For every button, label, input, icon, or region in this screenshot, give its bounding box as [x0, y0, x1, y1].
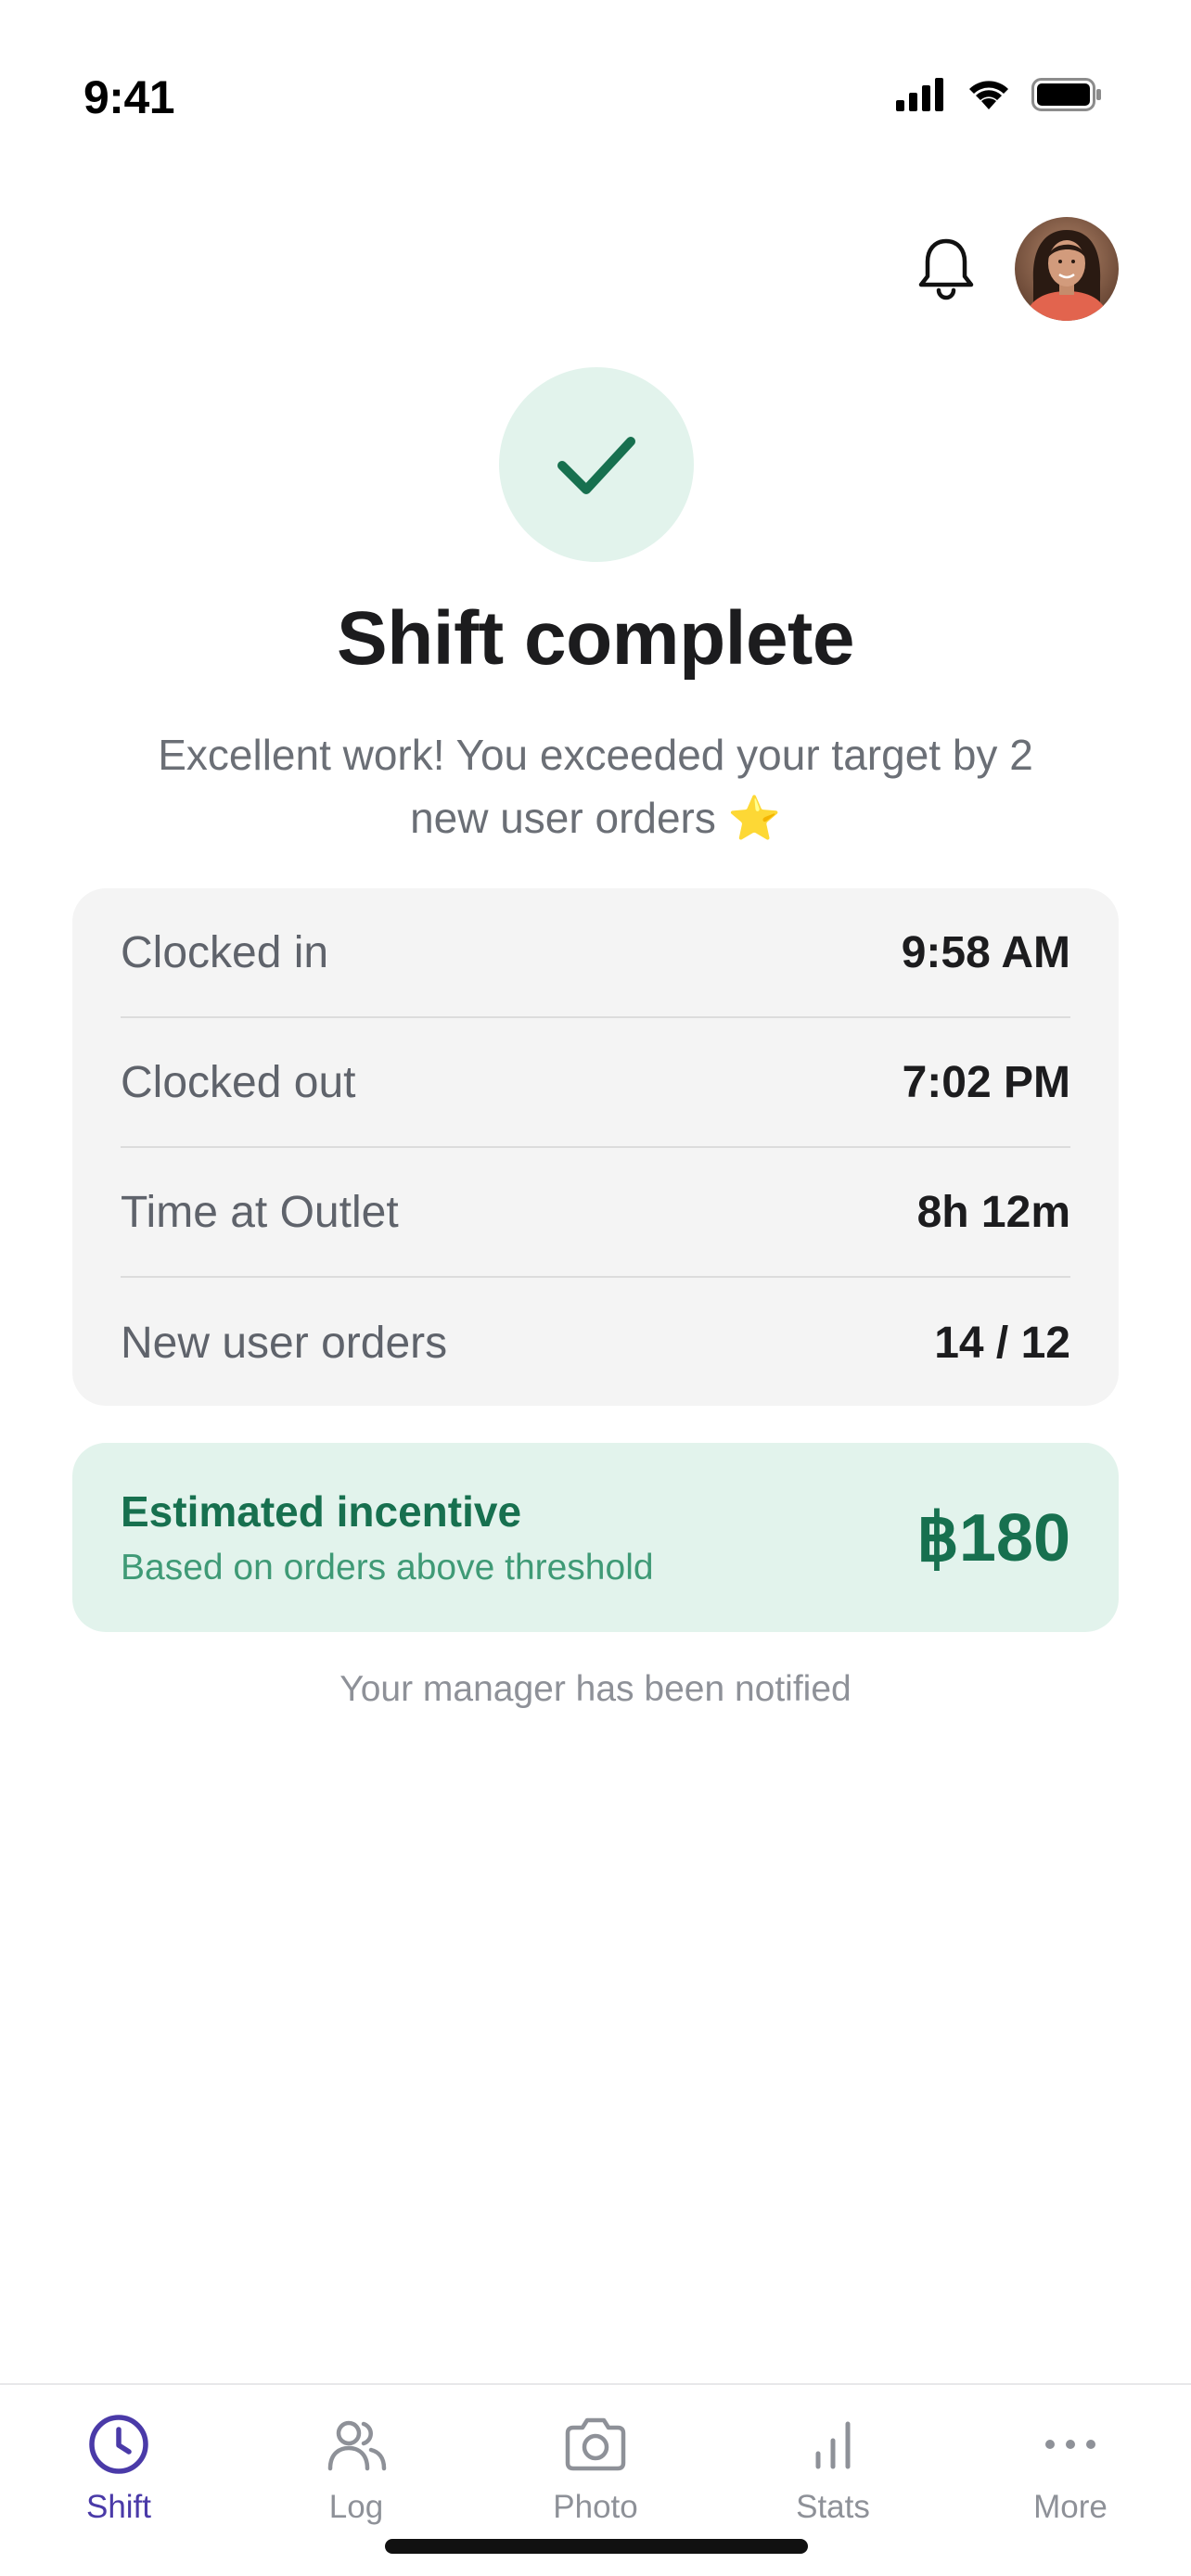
- row-value: 9:58 AM: [901, 927, 1070, 977]
- tab-stats[interactable]: Stats: [749, 2385, 916, 2533]
- row-label: Clocked out: [121, 1057, 356, 1107]
- incentive-card: Estimated incentive Based on orders abov…: [72, 1443, 1119, 1632]
- bell-icon: [918, 238, 974, 300]
- tab-more[interactable]: More: [987, 2385, 1154, 2533]
- tab-label: More: [1033, 2489, 1108, 2525]
- completion-message: Excellent work! You exceeded your target…: [158, 731, 1033, 842]
- summary-row-time-at-outlet: Time at Outlet 8h 12m: [121, 1148, 1070, 1278]
- camera-icon: [562, 2411, 629, 2478]
- avatar-image: [1015, 217, 1119, 321]
- home-indicator: [385, 2539, 808, 2554]
- users-icon: [323, 2411, 390, 2478]
- incentive-title: Estimated incentive: [121, 1487, 522, 1536]
- status-time: 9:41: [83, 71, 175, 123]
- wifi-icon: [969, 81, 1008, 109]
- status-bar: 9:41: [0, 0, 1191, 139]
- summary-row-new-user-orders: New user orders 14 / 12: [121, 1278, 1070, 1408]
- row-value: 8h 12m: [916, 1187, 1070, 1237]
- success-badge: [499, 367, 694, 562]
- tab-log[interactable]: Log: [273, 2385, 440, 2533]
- tab-photo[interactable]: Photo: [512, 2385, 679, 2533]
- row-label: New user orders: [121, 1318, 448, 1368]
- page-title: Shift complete: [337, 596, 854, 681]
- tab-label: Stats: [796, 2489, 870, 2525]
- incentive-subtitle: Based on orders above threshold: [121, 1548, 654, 1588]
- more-icon: [1037, 2411, 1104, 2478]
- summary-row-clocked-in: Clocked in 9:58 AM: [121, 888, 1070, 1018]
- user-avatar[interactable]: [1015, 217, 1119, 321]
- tab-label: Log: [328, 2489, 384, 2525]
- status-icons: [896, 78, 1102, 111]
- battery-icon: [1031, 78, 1101, 111]
- bar-chart-icon: [800, 2411, 866, 2478]
- tab-shift[interactable]: Shift: [35, 2385, 202, 2533]
- row-label: Time at Outlet: [121, 1187, 399, 1237]
- notifications-button[interactable]: [909, 232, 983, 306]
- row-value: 7:02 PM: [902, 1057, 1070, 1107]
- row-label: Clocked in: [121, 927, 329, 977]
- incentive-text: Estimated incentive Based on orders abov…: [121, 1486, 654, 1588]
- tab-label: Shift: [85, 2489, 152, 2525]
- row-value: 14 / 12: [934, 1318, 1070, 1368]
- manager-notified-note: Your manager has been notified: [339, 1669, 852, 1709]
- clock-icon: [85, 2411, 152, 2478]
- summary-row-clocked-out: Clocked out 7:02 PM: [121, 1018, 1070, 1148]
- incentive-amount: ฿180: [916, 1501, 1070, 1575]
- check-icon: [557, 437, 635, 494]
- tab-label: Photo: [553, 2489, 638, 2525]
- cellular-signal-icon: [896, 78, 943, 111]
- shift-summary-card: Clocked in 9:58 AM Clocked out 7:02 PM T…: [72, 888, 1119, 1406]
